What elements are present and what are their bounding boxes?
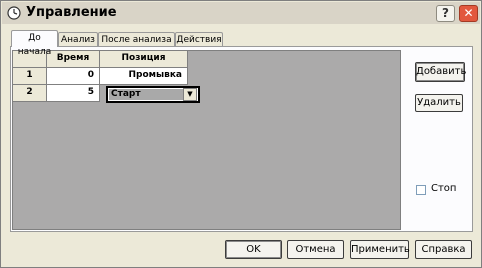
ok-button[interactable]: OK [225, 240, 282, 259]
row-header[interactable]: 2 [13, 85, 47, 102]
position-cell[interactable]: Промывка [100, 68, 188, 85]
delete-button[interactable]: Удалить [415, 94, 463, 112]
window-title: Управление [26, 5, 117, 20]
time-cell[interactable]: 5 [47, 85, 100, 102]
clock-icon [7, 6, 21, 20]
row-header[interactable]: 1 [13, 68, 47, 85]
position-dropdown-value: Старт [109, 89, 184, 100]
help-title-button[interactable]: ? [436, 5, 455, 22]
stop-checkbox[interactable] [416, 185, 426, 195]
column-header-position[interactable]: Позиция [100, 51, 188, 68]
stop-label[interactable]: Стоп [431, 183, 456, 194]
tab-before-start[interactable]: До начала [11, 30, 58, 57]
title-bar: Управление ? ✕ [2, 2, 480, 24]
chevron-down-icon[interactable]: ▼ [183, 88, 197, 101]
tab-after-analysis[interactable]: После анализа [98, 32, 175, 46]
close-button[interactable]: ✕ [459, 5, 478, 22]
cancel-button[interactable]: Отмена [287, 240, 344, 259]
schedule-grid[interactable]: Время Позиция 1 0 Промывка 2 5 Старт ▼ [12, 50, 401, 230]
tab-actions[interactable]: Действия [175, 32, 223, 46]
position-dropdown[interactable]: Старт ▼ [106, 86, 200, 103]
tab-analysis[interactable]: Анализ [58, 32, 98, 46]
time-cell[interactable]: 0 [47, 68, 100, 85]
tab-panel: Время Позиция 1 0 Промывка 2 5 Старт ▼ [10, 46, 473, 232]
apply-button[interactable]: Применить [350, 240, 410, 259]
column-header-time[interactable]: Время [47, 51, 100, 68]
add-button[interactable]: Добавить [415, 62, 466, 82]
control-dialog: Управление ? ✕ До начала Анализ После ан… [0, 0, 482, 268]
help-button[interactable]: Справка [415, 240, 472, 259]
